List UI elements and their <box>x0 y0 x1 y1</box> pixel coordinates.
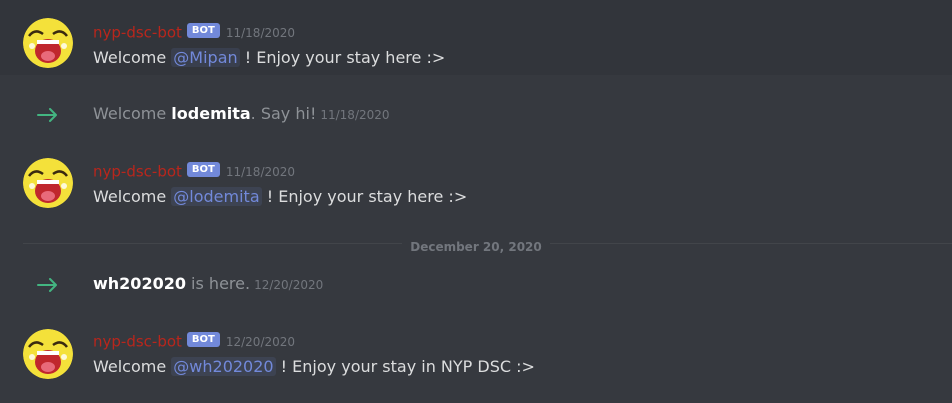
bot-tag: BOT <box>186 162 220 177</box>
timestamp[interactable]: 11/18/2020 <box>226 165 295 179</box>
bot-tag: BOT <box>186 332 220 347</box>
timestamp[interactable]: 11/18/2020 <box>320 108 389 122</box>
timestamp[interactable]: 12/20/2020 <box>226 335 295 349</box>
system-join-message: wh202020 is here. 12/20/2020 <box>0 265 952 305</box>
join-prefix: Welcome <box>93 104 172 123</box>
user-mention[interactable]: @lodemita <box>171 187 262 206</box>
message-content: Welcome @Mipan ! Enjoy your stay here :> <box>93 47 445 69</box>
join-username[interactable]: lodemita <box>171 104 250 123</box>
bot-message[interactable]: nyp-dsc-bot BOT 11/18/2020 Welcome @Mipan … <box>0 0 952 75</box>
join-username[interactable]: wh202020 <box>93 274 186 293</box>
message-text-after: ! Enjoy your stay here :> <box>261 187 468 206</box>
laughing-face-avatar-icon <box>23 158 73 208</box>
user-mention[interactable]: @wh202020 <box>171 357 276 376</box>
username[interactable]: nyp-dsc-bot <box>93 333 182 351</box>
join-suffix: is here. <box>185 274 251 293</box>
message-header: nyp-dsc-bot BOT 12/20/2020 <box>93 331 295 351</box>
message-text-before: Welcome <box>93 187 172 206</box>
laughing-face-avatar-icon <box>23 329 73 379</box>
bot-avatar[interactable] <box>23 18 73 68</box>
bot-message[interactable]: nyp-dsc-bot BOT 11/18/2020 Welcome @lodemi… <box>0 140 952 220</box>
message-text-after: ! Enjoy your stay here :> <box>239 48 446 67</box>
timestamp[interactable]: 12/20/2020 <box>254 278 323 292</box>
bot-avatar[interactable] <box>23 329 73 379</box>
chat-messages: nyp-dsc-bot BOT 11/18/2020 Welcome @Mipan … <box>0 0 952 403</box>
join-text: Welcome lodemita. Say hi! 11/18/2020 <box>93 103 390 126</box>
right-arrow-icon <box>37 278 57 292</box>
username[interactable]: nyp-dsc-bot <box>93 24 182 42</box>
timestamp[interactable]: 11/18/2020 <box>226 26 295 40</box>
system-join-message: Welcome lodemita. Say hi! 11/18/2020 <box>0 95 952 135</box>
message-text-before: Welcome <box>93 357 172 376</box>
message-content: Welcome @wh202020 ! Enjoy your stay in N… <box>93 356 535 378</box>
message-text-after: ! Enjoy your stay in NYP DSC :> <box>275 357 535 376</box>
user-mention[interactable]: @Mipan <box>171 48 240 67</box>
username[interactable]: nyp-dsc-bot <box>93 163 182 181</box>
laughing-face-avatar-icon <box>23 18 73 68</box>
message-header: nyp-dsc-bot BOT 11/18/2020 <box>93 161 295 181</box>
message-content: Welcome @lodemita ! Enjoy your stay here… <box>93 186 467 208</box>
date-divider: December 20, 2020 <box>0 236 952 255</box>
join-suffix: . Say hi! <box>250 104 317 123</box>
date-divider-line <box>23 243 952 244</box>
bot-tag: BOT <box>186 23 220 38</box>
bot-avatar[interactable] <box>23 158 73 208</box>
right-arrow-icon <box>37 108 57 122</box>
message-header: nyp-dsc-bot BOT 11/18/2020 <box>93 22 295 42</box>
bot-message[interactable]: nyp-dsc-bot BOT 12/20/2020 Welcome @wh2020… <box>0 310 952 403</box>
message-text-before: Welcome <box>93 48 172 67</box>
join-text: wh202020 is here. 12/20/2020 <box>93 273 323 296</box>
